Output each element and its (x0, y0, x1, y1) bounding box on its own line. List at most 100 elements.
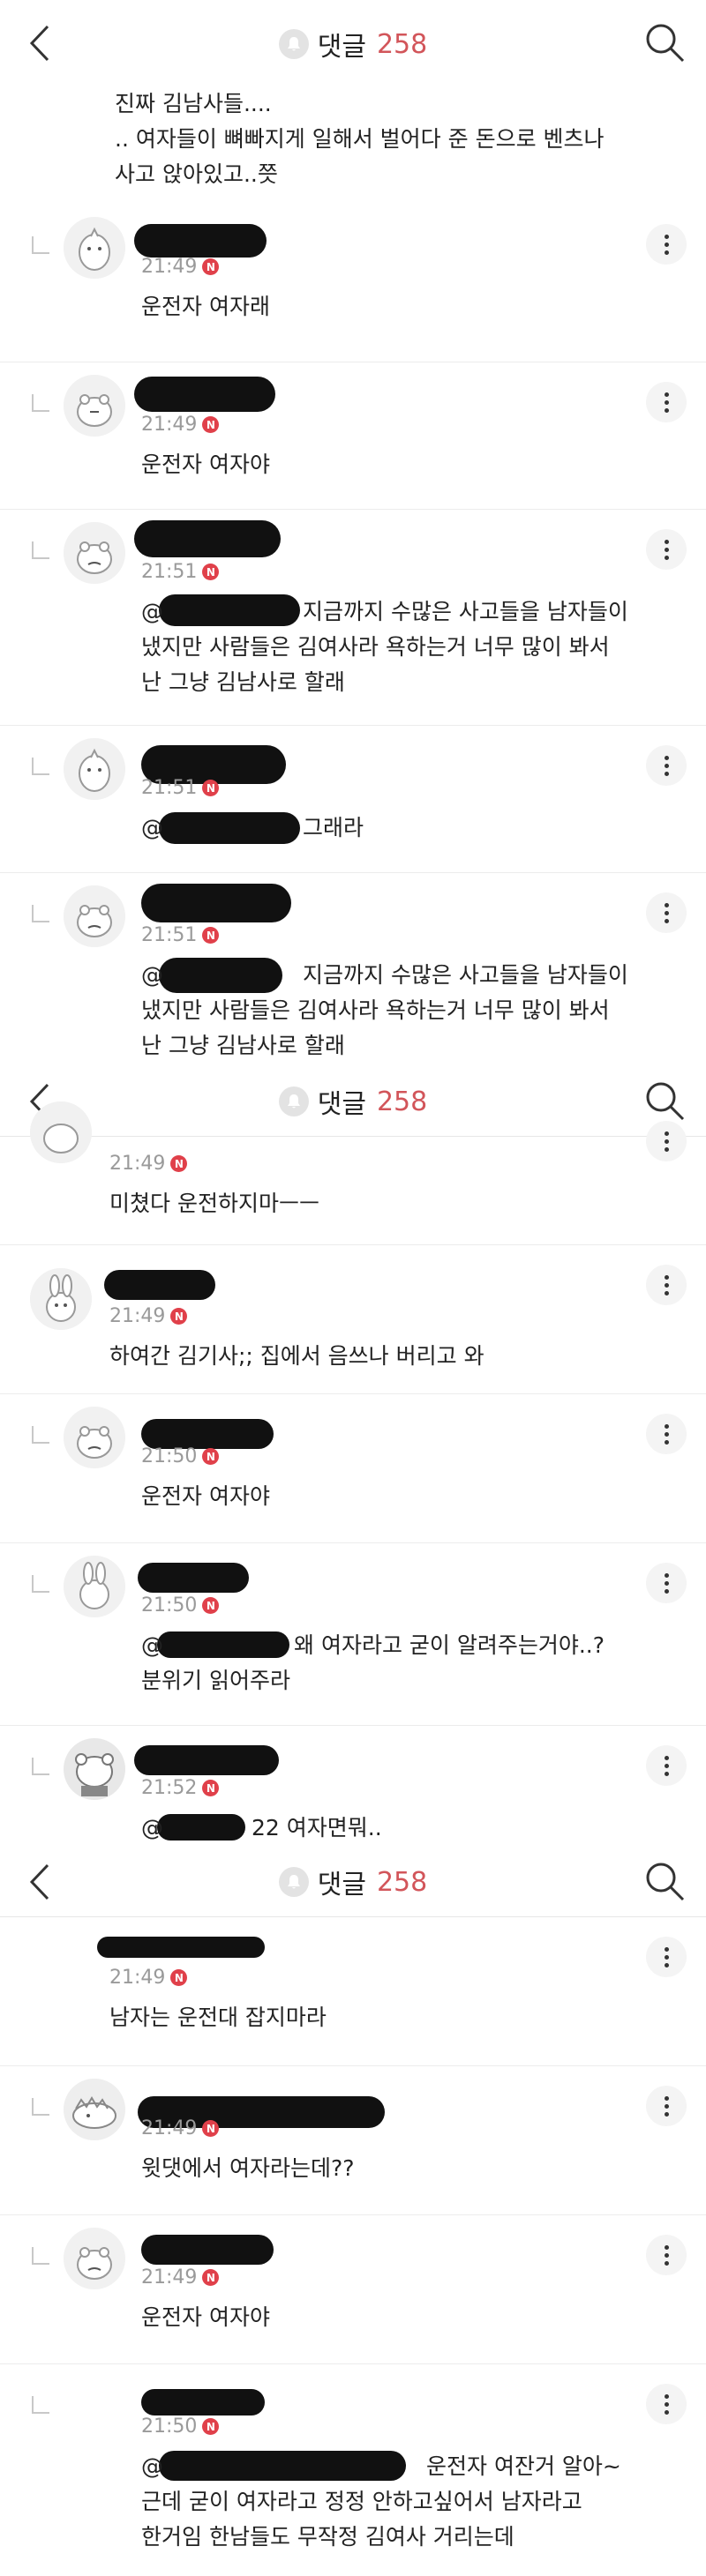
n-badge-icon: N (202, 2269, 220, 2286)
comment-meta: 21:50 N (141, 1445, 220, 1467)
more-vertical-icon[interactable] (646, 1414, 687, 1454)
reply-item: 21:49 N 운전자 여자야 (0, 362, 706, 510)
comment-body: 지금까지 수많은 사고들을 남자들이 냈지만 사람들은 김여사라 욕하는거 너무… (141, 962, 628, 1058)
reply-indent-icon (32, 758, 49, 775)
header-title: 댓글 258 (0, 0, 706, 88)
redacted-username (97, 1937, 265, 1958)
more-vertical-icon[interactable] (646, 2086, 687, 2126)
mention[interactable]: @ (141, 1815, 163, 1841)
comment-body: 22 여자면뭐.. (252, 1815, 382, 1841)
comment-text: 윗댓에서 여자라는데?? (141, 2155, 355, 2181)
mention[interactable]: @ (141, 815, 163, 840)
timestamp: 21:50 (141, 1594, 198, 1617)
avatar[interactable] (64, 1407, 125, 1468)
avatar[interactable] (64, 1738, 125, 1800)
mention[interactable]: @ (141, 962, 163, 988)
n-badge-icon: N (202, 564, 220, 580)
search-icon[interactable] (642, 1078, 687, 1125)
avatar[interactable] (64, 885, 125, 947)
comment-text: 남자는 운전대 잡지마라 (109, 2005, 327, 2030)
search-icon[interactable] (642, 1858, 687, 1906)
n-badge-icon: N (202, 1448, 220, 1465)
n-badge-icon: N (202, 1597, 220, 1614)
reply-item: 21:51 N @ 지금까지 수많은 사고들을 남자들이 냈지만 사람들은 김여사… (0, 873, 706, 1065)
avatar[interactable] (64, 738, 125, 800)
more-vertical-icon[interactable] (646, 745, 687, 786)
more-vertical-icon[interactable] (646, 1563, 687, 1603)
avatar[interactable] (30, 1268, 92, 1330)
comment-count: 258 (376, 28, 428, 60)
avatar[interactable] (64, 2079, 125, 2140)
comment-text: @ 지금까지 수많은 사고들을 남자들이 냈지만 사람들은 김여사라 욕하는거 너… (141, 594, 671, 700)
search-icon[interactable] (642, 19, 687, 67)
bell-icon[interactable] (278, 29, 309, 59)
avatar[interactable] (64, 375, 125, 437)
comment-meta: 21:49 N (141, 414, 220, 436)
redacted-username (134, 1745, 279, 1775)
n-badge-icon: N (202, 258, 220, 275)
mention[interactable]: @ (141, 1632, 163, 1658)
reply-indent-icon (32, 1426, 49, 1444)
screenshot-section-2: 댓글 258 21:49 N 미쳤다 운전하지마ㅡㅡ 21:49 N 하여간 김… (0, 1067, 706, 1848)
more-vertical-icon[interactable] (646, 1265, 687, 1305)
reply-indent-icon (32, 236, 49, 254)
redacted-username (141, 2235, 274, 2265)
mention[interactable]: @ (141, 2453, 163, 2479)
avatar[interactable] (64, 217, 125, 279)
reply-indent-icon (32, 2247, 49, 2265)
comment-text: @ 그래라 (141, 810, 671, 846)
comment-text: 운전자 여자야 (141, 2304, 270, 2330)
reply-indent-icon (32, 1758, 49, 1775)
n-badge-icon: N (170, 1155, 188, 1172)
header-title-text: 댓글 (317, 32, 366, 63)
more-vertical-icon[interactable] (646, 2235, 687, 2275)
timestamp: 21:51 (141, 561, 198, 583)
comment-text: 미쳤다 운전하지마ㅡㅡ (109, 1191, 319, 1216)
bell-icon[interactable] (278, 1086, 309, 1116)
reply-item: 21:50 N @ 운전자 여잔거 알아~ 근데 굳이 여자라고 정정 안하고싶어… (0, 2364, 706, 2576)
more-vertical-icon[interactable] (646, 2384, 687, 2424)
comments-header: 댓글 258 (0, 0, 706, 88)
more-vertical-icon[interactable] (646, 529, 687, 570)
redacted-username (134, 377, 275, 412)
timestamp: 21:51 (141, 924, 198, 946)
comment-text: @22 여자면뭐.. (141, 1811, 671, 1846)
mention[interactable]: @ (141, 599, 163, 624)
redacted-username (141, 2389, 265, 2415)
timestamp: 21:49 (141, 2266, 198, 2289)
reply-item: 21:52 N @22 여자면뭐.. (0, 1726, 706, 1848)
reply-indent-icon (32, 2098, 49, 2116)
comment-text: 운전자 여자야 (141, 1483, 270, 1509)
comment-body: 그래라 (303, 815, 364, 840)
more-vertical-icon[interactable] (646, 382, 687, 422)
timestamp: 21:50 (141, 1445, 198, 1467)
redacted-username (138, 1563, 249, 1593)
n-badge-icon: N (170, 1308, 188, 1325)
comment-meta: 21:52 N (141, 1777, 220, 1799)
avatar[interactable] (64, 522, 125, 584)
more-vertical-icon[interactable] (646, 892, 687, 933)
more-vertical-icon[interactable] (646, 1937, 687, 1977)
reply-list-1: 21:49 N 운전자 여자래 21:49 N 운전자 여자야 21:51 N … (0, 205, 706, 1065)
bell-icon[interactable] (278, 1867, 309, 1897)
redacted-username (141, 884, 291, 922)
more-vertical-icon[interactable] (646, 224, 687, 265)
reply-item: 21:49 N 운전자 여자야 (0, 2215, 706, 2364)
reply-indent-icon (32, 905, 49, 922)
comment-body: 지금까지 수많은 사고들을 남자들이 냈지만 사람들은 김여사라 욕하는거 너무… (141, 599, 628, 695)
comment-meta: 21:50 N (141, 2415, 220, 2438)
avatar[interactable] (64, 1556, 125, 1617)
redacted-username (134, 224, 267, 258)
header-title: 댓글 258 (0, 1067, 706, 1136)
redacted-username (104, 1270, 215, 1300)
reply-item: 21:51 N @ 그래라 (0, 726, 706, 873)
more-vertical-icon[interactable] (646, 1121, 687, 1161)
reply-item: 21:50 N @ 왜 여자라고 굳이 알려주는거야..? 분위기 읽어주라 (0, 1543, 706, 1726)
avatar[interactable] (64, 2228, 125, 2289)
n-badge-icon: N (202, 927, 220, 944)
more-vertical-icon[interactable] (646, 1745, 687, 1786)
header-title: 댓글 258 (0, 1848, 706, 1916)
comment-meta: 21:49 N (109, 1305, 188, 1327)
screenshot-section-3: 댓글 258 21:49 N 남자는 운전대 잡지마라 21:49 N 윗댓에서… (0, 1848, 706, 2576)
avatar[interactable] (30, 1101, 92, 1163)
